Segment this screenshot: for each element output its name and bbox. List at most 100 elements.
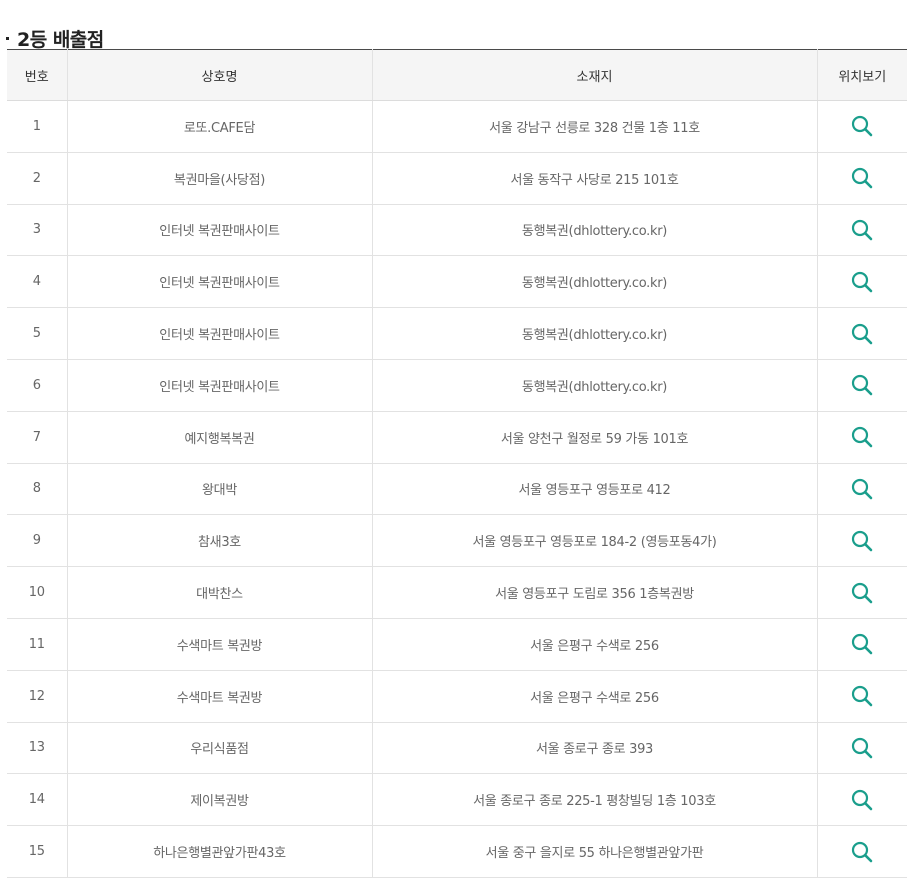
search-icon [852,841,873,862]
search-icon [852,271,873,293]
cell-address: 동행복권(dhlottery.co.kr) [371,255,818,309]
table-row: 14 제이복권방 서울 종로구 종로 225-1 평창빌딩 1층 103호 [7,773,907,827]
cell-name: 인터넷 복권판매사이트 [66,359,373,412]
map-view-button[interactable] [850,632,874,656]
search-icon [852,789,873,811]
cell-name: 인터넷 복권판매사이트 [66,255,373,309]
cell-map [816,463,907,516]
cell-address: 서울 영등포구 영등포로 184-2 (영등포동4가) [371,514,818,568]
cell-address: 서울 양천구 월정로 59 가동 101호 [371,411,818,464]
map-view-button[interactable] [850,114,874,138]
cell-no: 12 [7,670,68,723]
cell-no: 7 [7,411,68,464]
cell-map [816,152,907,205]
header-map: 위치보기 [816,49,907,101]
cell-name: 수색마트 복권방 [66,670,373,723]
map-view-button[interactable] [850,529,874,553]
cell-no: 8 [7,463,68,516]
cell-map [816,411,907,464]
cell-name: 우리식품점 [66,722,373,775]
cell-address: 서울 종로구 종로 393 [371,722,818,775]
cell-map [816,722,907,775]
cell-map [816,204,907,257]
search-icon [852,737,873,759]
table-row: 9 참새3호 서울 영등포구 영등포로 184-2 (영등포동4가) [7,514,907,568]
search-icon [852,686,873,707]
cell-map [816,359,907,412]
cell-no: 14 [7,773,68,827]
table-header: 번호 상호명 소재지 위치보기 [7,49,907,101]
cell-map [816,307,907,360]
cell-map [816,100,907,153]
search-icon [852,219,873,241]
cell-address: 서울 은평구 수색로 256 [371,618,818,671]
table-row: 15 하나은행별관앞가판43호 서울 중구 을지로 55 하나은행별관앞가판 [7,825,907,878]
header-row: 번호 상호명 소재지 위치보기 [7,49,907,101]
cell-no: 10 [7,566,68,619]
cell-address: 서울 은평구 수색로 256 [371,670,818,723]
cell-map [816,773,907,827]
search-icon [852,375,873,396]
cell-map [816,825,907,878]
map-view-button[interactable] [850,736,874,760]
map-view-button[interactable] [850,684,874,708]
cell-no: 15 [7,825,68,878]
table-body: 1 로또.CAFE담 서울 강남구 선릉로 328 건물 1층 11호 2 복권마을(사… [7,100,907,878]
map-view-button[interactable] [850,166,874,190]
search-icon [852,478,873,500]
search-icon [852,530,873,552]
cell-no: 2 [7,152,68,205]
map-view-button[interactable] [850,270,874,294]
table-row: 2 복권마을(사당점) 서울 동작구 사당로 215 101호 [7,152,907,205]
cell-name: 로또.CAFE담 [66,100,373,153]
table-row: 5 인터넷 복권판매사이트 동행복권(dhlottery.co.kr) [7,307,907,360]
search-icon [852,168,873,189]
table-row: 8 왕대박 서울 영등포구 영등포로 412 [7,463,907,516]
search-icon [852,116,873,137]
cell-name: 수색마트 복권방 [66,618,373,671]
cell-no: 6 [7,359,68,412]
cell-no: 11 [7,618,68,671]
header-no: 번호 [7,49,68,101]
table-row: 13 우리식품점 서울 종로구 종로 393 [7,722,907,775]
map-view-button[interactable] [850,788,874,812]
cell-map [816,255,907,309]
table-row: 3 인터넷 복권판매사이트 동행복권(dhlottery.co.kr) [7,204,907,257]
table-row: 11 수색마트 복권방 서울 은평구 수색로 256 [7,618,907,671]
winning-stores-section: 2등 배출점 번호 상호명 소재지 위치보기 1 로또.CAFE담 서울 강남구 선… [0,0,914,880]
cell-address: 서울 종로구 종로 225-1 평창빌딩 1층 103호 [371,773,818,827]
search-icon [852,323,873,344]
header-name: 상호명 [66,49,373,101]
cell-name: 대박찬스 [66,566,373,619]
cell-no: 1 [7,100,68,153]
cell-name: 인터넷 복권판매사이트 [66,307,373,360]
map-view-button[interactable] [850,322,874,346]
cell-name: 왕대박 [66,463,373,516]
stores-table: 번호 상호명 소재지 위치보기 1 로또.CAFE담 서울 강남구 선릉로 328 … [7,49,907,878]
cell-address: 서울 영등포구 도림로 356 1층복권방 [371,566,818,619]
cell-map [816,618,907,671]
cell-name: 예지행복복권 [66,411,373,464]
map-view-button[interactable] [850,373,874,397]
map-view-button[interactable] [850,477,874,501]
table-row: 7 예지행복복권 서울 양천구 월정로 59 가동 101호 [7,411,907,464]
header-address: 소재지 [371,49,818,101]
cell-name: 하나은행별관앞가판43호 [66,825,373,878]
search-icon [852,582,873,603]
map-view-button[interactable] [850,581,874,605]
map-view-button[interactable] [850,425,874,449]
cell-no: 4 [7,255,68,309]
cell-address: 동행복권(dhlottery.co.kr) [371,204,818,257]
map-view-button[interactable] [850,218,874,242]
section-title-text: 2등 배출점 [17,29,104,51]
search-icon [852,427,873,448]
cell-address: 동행복권(dhlottery.co.kr) [371,359,818,412]
cell-address: 서울 동작구 사당로 215 101호 [371,152,818,205]
cell-address: 동행복권(dhlottery.co.kr) [371,307,818,360]
cell-no: 5 [7,307,68,360]
map-view-button[interactable] [850,840,874,864]
cell-name: 복권마을(사당점) [66,152,373,205]
title-bullet [6,37,9,40]
cell-name: 인터넷 복권판매사이트 [66,204,373,257]
table-row: 1 로또.CAFE담 서울 강남구 선릉로 328 건물 1층 11호 [7,100,907,153]
